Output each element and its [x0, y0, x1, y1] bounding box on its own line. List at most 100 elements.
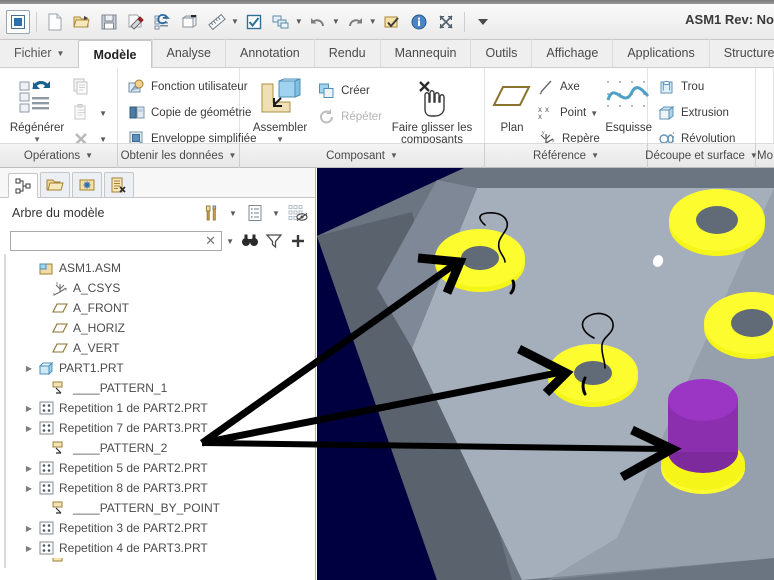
sketch-button[interactable]: Esquisse	[604, 72, 654, 134]
group-label-component[interactable]: Composant ▼	[240, 143, 485, 168]
chevron-down-icon[interactable]: ▼	[99, 109, 107, 118]
chevron-down-icon[interactable]: ▼	[85, 151, 93, 160]
model-tree-list[interactable]: ASM1.ASM y z x A_CSYS A_FRONT A_HORIZ A_…	[0, 254, 315, 568]
chevron-down-icon[interactable]: ▼	[591, 151, 599, 160]
repaint-icon[interactable]	[434, 10, 458, 34]
expander[interactable]: ▶	[22, 484, 36, 493]
quick-access-toolbar[interactable]: ▼ ▼ ▼ ▼	[0, 9, 495, 34]
panel-tab-strip[interactable]	[0, 168, 315, 198]
regenerate-list-icon[interactable]	[151, 10, 175, 34]
display-style-icon[interactable]	[269, 10, 293, 34]
point-button[interactable]: x x x Point ▼	[533, 100, 604, 126]
drag-components-button[interactable]: Faire glisser les composants	[386, 72, 478, 146]
erase-icon[interactable]	[124, 10, 148, 34]
plane-button[interactable]: Plan	[491, 72, 533, 134]
chevron-down-icon[interactable]: ▼	[229, 151, 237, 160]
tree-item-repetition-1-part2[interactable]: ▶ Repetition 1 de PART2.PRT	[0, 398, 315, 418]
chevron-down-icon[interactable]: ▼	[369, 17, 377, 26]
tree-item-repetition-8-part3[interactable]: ▶ Repetition 8 de PART3.PRT	[0, 478, 315, 498]
group-label-operations[interactable]: Opérations ▼	[0, 143, 118, 168]
chevron-down-icon[interactable]: ▼	[222, 202, 244, 224]
redo-icon[interactable]	[343, 10, 367, 34]
ring-group-3[interactable]	[548, 344, 638, 407]
tree-item-part1[interactable]: ▶ PART1.PRT	[0, 358, 315, 378]
favorites-tab[interactable]	[72, 172, 102, 197]
tree-item-a-vert[interactable]: A_VERT	[0, 338, 315, 358]
regenerate-check-icon[interactable]	[380, 10, 404, 34]
chevron-down-icon[interactable]: ▼	[390, 151, 398, 160]
tab-outils[interactable]: Outils	[470, 39, 531, 67]
tree-item-a-horiz[interactable]: A_HORIZ	[0, 318, 315, 338]
ring-group-2[interactable]	[669, 189, 765, 256]
chevron-down-icon[interactable]: ▼	[590, 109, 598, 118]
tree-item-pattern-1[interactable]: ____PATTERN_1	[0, 378, 315, 398]
group-label-get-data[interactable]: Obtenir les données ▼	[118, 143, 240, 168]
expander[interactable]: ▶	[22, 524, 36, 533]
chevron-down-icon[interactable]: ▼	[231, 17, 239, 26]
assemble-button[interactable]: Assembler ▼	[246, 72, 314, 144]
tree-item-partial[interactable]	[0, 558, 315, 566]
regenerate-button[interactable]: Régénérer ▼	[6, 72, 68, 144]
expander[interactable]: ▶	[22, 544, 36, 553]
filter-icon[interactable]	[263, 230, 285, 252]
tree-item-repetition-3-part2[interactable]: ▶ Repetition 3 de PART2.PRT	[0, 518, 315, 538]
tree-item-repetition-7-part3[interactable]: ▶ Repetition 7 de PART3.PRT	[0, 418, 315, 438]
axis-button[interactable]: Axe	[533, 74, 604, 100]
close-window-icon[interactable]	[178, 10, 202, 34]
settings-tools-icon[interactable]	[201, 202, 223, 224]
tab-annotation[interactable]: Annotation	[224, 39, 314, 67]
folder-browser-tab[interactable]	[40, 172, 70, 197]
overflow-icon[interactable]	[471, 10, 495, 34]
chevron-down-icon[interactable]: ▼	[295, 17, 303, 26]
tab-structure[interactable]: Structure	[708, 39, 774, 67]
tab-rendu[interactable]: Rendu	[313, 39, 380, 67]
tab-analyse[interactable]: Analyse	[151, 39, 225, 67]
add-icon[interactable]	[287, 230, 309, 252]
measure-icon[interactable]	[205, 10, 229, 34]
tab-modele[interactable]: Modèle	[78, 40, 152, 68]
tab-affichage[interactable]: Affichage	[531, 39, 612, 67]
new-icon[interactable]	[43, 10, 67, 34]
select-items-icon[interactable]	[242, 10, 266, 34]
paste-button[interactable]: ▼	[68, 100, 111, 126]
graphics-viewport[interactable]	[317, 168, 774, 580]
save-icon[interactable]	[97, 10, 121, 34]
ring-group-1[interactable]	[435, 229, 525, 292]
group-label-cut-surface[interactable]: Découpe et surface ▼	[645, 143, 758, 168]
expander[interactable]: ▶	[22, 464, 36, 473]
create-component-button[interactable]: Créer	[314, 78, 386, 104]
expander[interactable]: ▶	[22, 424, 36, 433]
tree-item-pattern-2[interactable]: ____PATTERN_2	[0, 438, 315, 458]
open-icon[interactable]	[70, 10, 94, 34]
tree-item-asm1[interactable]: ASM1.ASM	[0, 258, 315, 278]
undo-icon[interactable]	[306, 10, 330, 34]
repeat-button[interactable]: Répéter	[314, 104, 386, 130]
tab-mannequin[interactable]: Mannequin	[379, 39, 471, 67]
find-icon[interactable]	[239, 230, 261, 252]
tree-item-a-front[interactable]: A_FRONT	[0, 298, 315, 318]
tree-item-pattern-by-point[interactable]: ____PATTERN_BY_POINT	[0, 498, 315, 518]
group-label-more[interactable]: Mo	[756, 143, 774, 168]
extrude-button[interactable]: Extrusion	[654, 100, 739, 126]
tab-fichier[interactable]: Fichier ▼	[0, 39, 78, 67]
chevron-down-icon[interactable]: ▼	[265, 202, 287, 224]
tree-item-repetition-5-part2[interactable]: ▶ Repetition 5 de PART2.PRT	[0, 458, 315, 478]
model-tree-tab[interactable]	[8, 173, 38, 198]
chevron-down-icon[interactable]: ▼	[332, 17, 340, 26]
tree-columns-icon[interactable]	[244, 202, 266, 224]
hole-button[interactable]: Trou	[654, 74, 739, 100]
search-input[interactable]	[14, 235, 204, 247]
tree-item-repetition-4-part3[interactable]: ▶ Repetition 4 de PART3.PRT	[0, 538, 315, 558]
tree-scroll-rail[interactable]	[4, 254, 6, 568]
cylinder-group[interactable]	[661, 379, 745, 494]
copy-button[interactable]	[68, 74, 111, 100]
tree-search-row[interactable]: ✕ ▼	[0, 228, 315, 254]
info-icon[interactable]	[407, 10, 431, 34]
clear-icon[interactable]: ✕	[203, 233, 218, 249]
chevron-down-icon[interactable]: ▼	[223, 237, 237, 246]
app-menu-icon[interactable]	[6, 9, 30, 34]
expander[interactable]: ▶	[22, 364, 36, 373]
expander[interactable]: ▶	[22, 404, 36, 413]
group-label-reference[interactable]: Référence ▼	[485, 143, 648, 168]
tab-applications[interactable]: Applications	[612, 39, 708, 67]
